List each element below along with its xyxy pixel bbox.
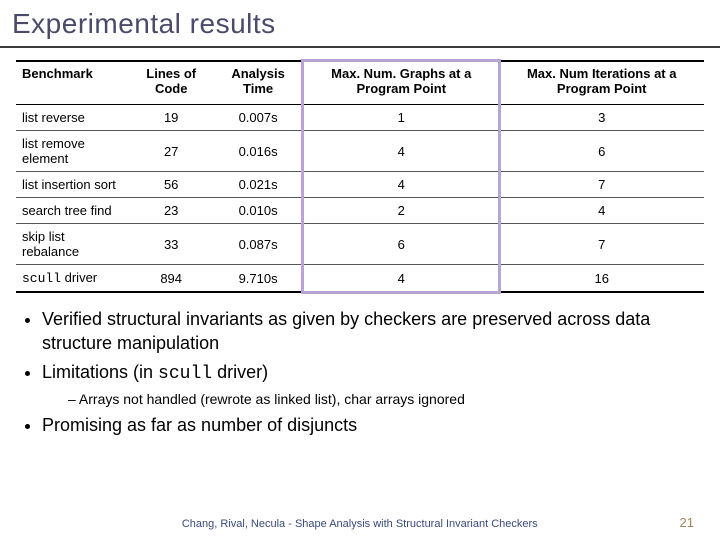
table-row: list reverse190.007s13 — [16, 105, 704, 131]
cell-graphs: 4 — [303, 172, 499, 198]
cell-benchmark: search tree find — [16, 198, 129, 224]
table-row: list remove element270.016s46 — [16, 131, 704, 172]
cell-time: 0.007s — [213, 105, 303, 131]
cell-loc: 19 — [129, 105, 213, 131]
sub-bullet-list: Arrays not handled (rewrote as linked li… — [68, 390, 704, 409]
footer-citation: Chang, Rival, Necula - Shape Analysis wi… — [40, 518, 680, 530]
sub-bullet-1: Arrays not handled (rewrote as linked li… — [68, 390, 704, 409]
cell-time: 0.021s — [213, 172, 303, 198]
bullet-1: Verified structural invariants as given … — [42, 307, 704, 356]
bullet-3: Promising as far as number of disjuncts — [42, 413, 704, 437]
bullet-2-mono: scull — [158, 364, 212, 384]
cell-loc: 27 — [129, 131, 213, 172]
cell-graphs: 2 — [303, 198, 499, 224]
cell-iters: 4 — [499, 198, 704, 224]
cell-iters: 3 — [499, 105, 704, 131]
results-table: Benchmark Lines of Code Analysis Time Ma… — [16, 60, 704, 293]
bullet-2-suffix: driver) — [212, 362, 268, 382]
cell-time: 0.010s — [213, 198, 303, 224]
cell-graphs: 4 — [303, 131, 499, 172]
cell-benchmark: list remove element — [16, 131, 129, 172]
cell-benchmark: list reverse — [16, 105, 129, 131]
cell-graphs: 6 — [303, 224, 499, 265]
table-row: skip list rebalance330.087s67 — [16, 224, 704, 265]
cell-benchmark: skip list rebalance — [16, 224, 129, 265]
cell-iters: 16 — [499, 265, 704, 293]
cell-graphs: 1 — [303, 105, 499, 131]
cell-time: 0.087s — [213, 224, 303, 265]
content-area: Benchmark Lines of Code Analysis Time Ma… — [0, 48, 720, 437]
cell-loc: 56 — [129, 172, 213, 198]
page-number: 21 — [680, 515, 694, 530]
cell-time: 9.710s — [213, 265, 303, 293]
bullet-list: Verified structural invariants as given … — [42, 307, 704, 437]
table-row: scull driver8949.710s416 — [16, 265, 704, 293]
cell-iters: 6 — [499, 131, 704, 172]
cell-graphs: 4 — [303, 265, 499, 293]
page-title: Experimental results — [12, 8, 708, 40]
cell-iters: 7 — [499, 224, 704, 265]
cell-iters: 7 — [499, 172, 704, 198]
title-bar: Experimental results — [0, 0, 720, 48]
cell-loc: 33 — [129, 224, 213, 265]
col-time: Analysis Time — [213, 61, 303, 105]
cell-loc: 894 — [129, 265, 213, 293]
col-iters: Max. Num Iterations at a Program Point — [499, 61, 704, 105]
col-graphs: Max. Num. Graphs at a Program Point — [303, 61, 499, 105]
cell-benchmark: list insertion sort — [16, 172, 129, 198]
bullet-2-prefix: Limitations (in — [42, 362, 158, 382]
cell-benchmark: scull driver — [16, 265, 129, 293]
col-benchmark: Benchmark — [16, 61, 129, 105]
cell-time: 0.016s — [213, 131, 303, 172]
table-header-row: Benchmark Lines of Code Analysis Time Ma… — [16, 61, 704, 105]
col-loc: Lines of Code — [129, 61, 213, 105]
table-row: search tree find230.010s24 — [16, 198, 704, 224]
table-row: list insertion sort560.021s47 — [16, 172, 704, 198]
bullet-2: Limitations (in scull driver) Arrays not… — [42, 360, 704, 409]
cell-loc: 23 — [129, 198, 213, 224]
footer: Chang, Rival, Necula - Shape Analysis wi… — [0, 515, 720, 530]
